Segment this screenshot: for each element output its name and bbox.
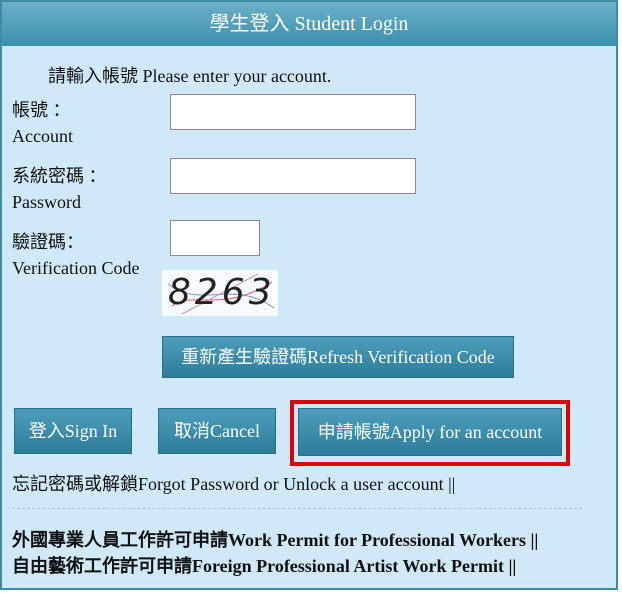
sign-in-button[interactable]: 登入Sign In [14,408,132,454]
artist-permit-link[interactable]: 自由藝術工作許可申請Foreign Professional Artist Wo… [12,552,516,578]
captcha-image: 8263 [162,270,278,316]
panel-header: 學生登入 Student Login [2,2,616,46]
account-label-en: Account [12,126,73,146]
code-label-en: Verification Code [12,258,140,278]
password-label-zh: 系統密碼 ： [12,166,107,186]
account-prompt: 請輸入帳號 Please enter your account. [48,66,332,86]
link-separator [12,508,582,509]
cancel-button[interactable]: 取消Cancel [158,408,276,454]
account-label-zh: 帳號 ： [12,100,71,120]
account-input[interactable] [170,94,416,130]
refresh-verification-button[interactable]: 重新產生驗證碼Refresh Verification Code [162,336,514,378]
captcha-text: 8263 [168,272,276,313]
forgot-password-link[interactable]: 忘記密碼或解鎖Forgot Password or Unlock a user … [12,470,455,496]
verification-code-input[interactable] [170,220,260,256]
work-permit-link[interactable]: 外國專業人員工作許可申請Work Permit for Professional… [12,526,538,552]
password-label-en: Password [12,192,82,212]
code-label-zh: 驗證碼： [12,232,84,252]
password-input[interactable] [170,158,416,194]
login-panel: 學生登入 Student Login 請輸入帳號 Please enter yo… [0,0,618,590]
apply-highlight-box [290,400,570,466]
